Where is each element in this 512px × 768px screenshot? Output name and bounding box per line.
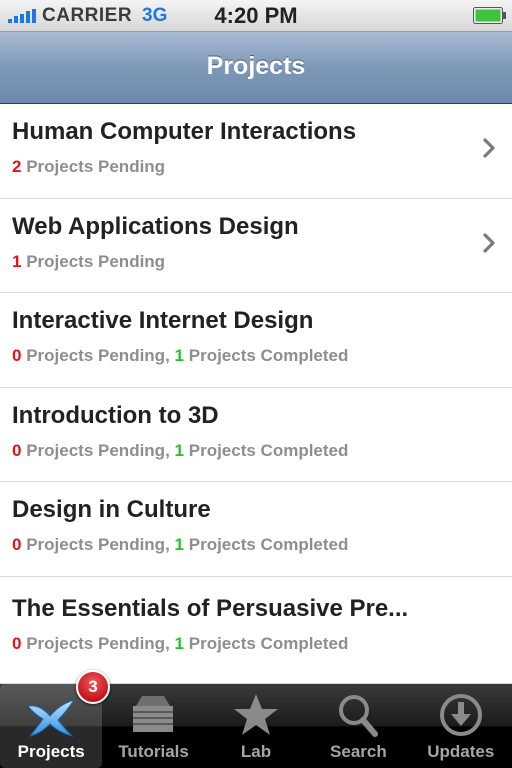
status-separator: , [165,633,175,653]
tab-bar: Projects Tutorials Lab Search Updates [0,684,512,768]
project-row-web-applications-design[interactable]: Web Applications Design 1 Projects Pendi… [0,199,512,293]
project-status: 0 Projects Pending, 1 Projects Completed [12,346,348,366]
tab-updates[interactable]: Updates [410,684,512,768]
project-row-introduction-to-3d[interactable]: Introduction to 3D 0 Projects Pending, 1… [0,388,512,482]
status-separator: , [165,440,175,460]
status-bar: CARRIER 3G 4:20 PM [0,0,512,32]
completed-label: Projects Completed [188,633,349,653]
pending-label: Projects Pending [26,251,166,271]
tab-lab[interactable]: Lab [205,684,307,768]
pending-label: Projects Pending [26,633,166,653]
pending-count: 0 [12,535,22,554]
project-row-interactive-internet-design[interactable]: Interactive Internet Design 0 Projects P… [0,293,512,388]
tab-label: Updates [427,742,495,761]
tab-label: Tutorials [118,742,189,761]
completed-count: 1 [174,633,184,653]
battery-icon [473,7,506,24]
completed-label: Projects Completed [188,346,349,365]
project-status: 0 Projects Pending, 1 Projects Completed [12,634,348,654]
pending-label: Projects Pending [26,157,166,176]
completed-label: Projects Completed [188,535,349,554]
tutorials-icon [133,696,174,732]
project-title: Introduction to 3D [12,401,219,429]
tab-label: Projects [17,742,85,761]
search-icon [339,695,379,737]
projects-icon [27,699,76,738]
download-icon [439,694,482,736]
completed-count: 1 [174,440,184,460]
project-title: Design in Culture [12,496,211,523]
project-status: 2 Projects Pending [12,157,165,177]
tab-label: Lab [240,742,272,761]
pending-count: 0 [12,440,22,460]
project-title: The Essentials of Persuasive Pre... [12,594,409,622]
status-separator: , [165,346,175,365]
star-icon [233,694,278,735]
project-row-design-in-culture[interactable]: Design in Culture 0 Projects Pending, 1 … [0,482,512,577]
clock: 4:20 PM [214,3,298,28]
pending-label: Projects Pending [26,346,166,365]
project-title: Web Applications Design [12,212,299,240]
completed-label: Projects Completed [188,440,349,460]
project-row-essentials-of-persuasive[interactable]: The Essentials of Persuasive Pre... 0 Pr… [0,577,512,684]
project-row-human-computer-interactions[interactable]: Human Computer Interactions 2 Projects P… [0,104,512,199]
pending-count: 2 [12,157,22,176]
pending-count: 1 [12,251,22,271]
completed-count: 1 [174,535,184,554]
pending-count: 0 [12,346,22,365]
pending-label: Projects Pending [26,440,166,460]
project-title: Human Computer Interactions [12,118,357,145]
chevron-right-icon [483,138,495,158]
navigation-bar: Projects [0,32,512,104]
pending-count: 0 [12,633,22,653]
project-title: Interactive Internet Design [12,307,314,334]
project-status: 0 Projects Pending, 1 Projects Completed [12,535,348,555]
tab-search[interactable]: Search [307,684,409,768]
status-separator: , [165,535,175,554]
page-title: Projects [206,52,306,80]
pending-label: Projects Pending [26,535,166,554]
project-status: 1 Projects Pending [12,252,165,272]
completed-count: 1 [174,346,184,365]
tab-label: Search [330,742,387,761]
tab-tutorials[interactable]: Tutorials [102,684,204,768]
chevron-right-icon [483,232,495,253]
project-list: Human Computer Interactions 2 Projects P… [0,104,512,684]
notification-badge: 3 [76,670,110,704]
project-status: 0 Projects Pending, 1 Projects Completed [12,441,348,461]
